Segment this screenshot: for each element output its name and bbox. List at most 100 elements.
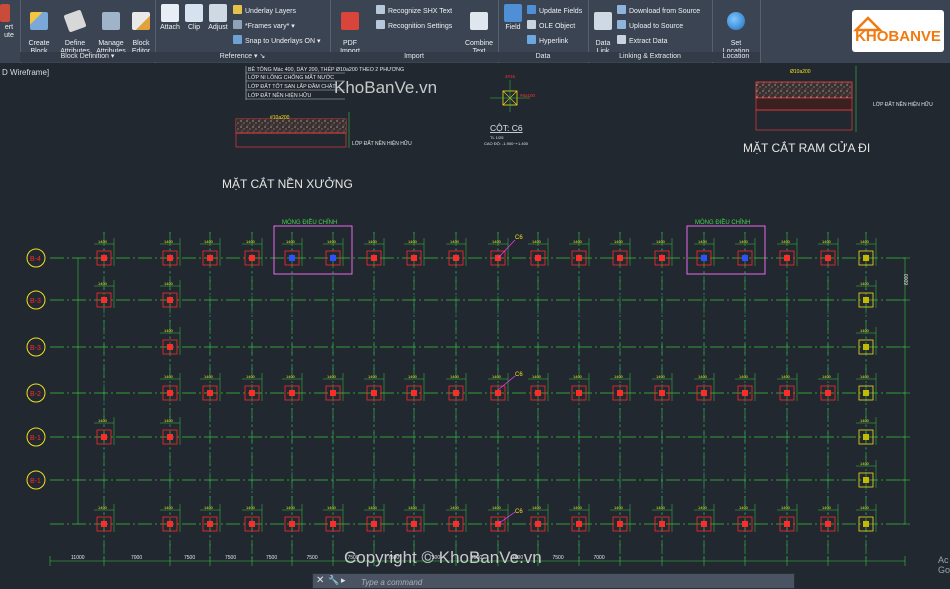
manage-attributes-button[interactable]: Manage Attributes	[94, 4, 128, 56]
adjusted-column-marker	[330, 255, 336, 261]
column-dim-text: 1400	[492, 374, 502, 379]
logo-text: KHOBANVE	[855, 28, 941, 45]
define-attributes-button[interactable]: Define Attributes	[58, 4, 92, 56]
panel-title-data: Data	[498, 52, 588, 62]
panel-title-block-definition[interactable]: Block Definition ▾	[20, 52, 155, 62]
column	[784, 255, 790, 261]
block-editor-button[interactable]: Block Editor	[128, 4, 154, 56]
field-icon	[504, 4, 522, 22]
column	[863, 477, 869, 483]
panel-reference: Attach Clip Adjust Underlay Layers *Fram…	[155, 0, 331, 63]
column	[863, 521, 869, 527]
manage-attributes-icon	[102, 12, 120, 30]
snap-underlays-dropdown[interactable]: Snap to Underlays ON ▾	[233, 35, 321, 47]
ole-object-button[interactable]: OLE Object	[527, 20, 575, 32]
combine-text-icon	[470, 12, 488, 30]
column	[167, 297, 173, 303]
underlay-layers-button[interactable]: Underlay Layers	[233, 5, 296, 17]
panel-title-location: Location	[712, 52, 760, 62]
upload-source-button[interactable]: Upload to Source	[617, 20, 683, 32]
column-dim-text: 1400	[327, 505, 337, 510]
attach-button[interactable]: Attach	[157, 4, 183, 32]
column	[742, 390, 748, 396]
extract-data-button[interactable]: Extract Data	[617, 35, 668, 47]
set-location-button[interactable]: Set Location	[716, 4, 756, 56]
column-dim-text: 1400	[492, 239, 502, 244]
column	[207, 255, 213, 261]
recognize-shx-button[interactable]: Recognize SHX Text	[376, 5, 452, 17]
column-dim-text: 1400	[656, 239, 666, 244]
hyperlink-label: Hyperlink	[539, 38, 569, 45]
note-4: LỚP ĐẤT NỀN HIỆN HỮU	[248, 91, 311, 99]
column	[863, 255, 869, 261]
data-link-button[interactable]: Data Link	[591, 4, 615, 56]
column-dim-text: 1400	[781, 505, 791, 510]
dimension-text: 7500	[348, 555, 359, 561]
column	[701, 521, 707, 527]
hyperlink-button[interactable]: Hyperlink	[527, 35, 568, 47]
c6-tag-3: C6	[515, 509, 523, 515]
column	[825, 255, 831, 261]
column	[289, 521, 295, 527]
column	[453, 255, 459, 261]
column	[784, 390, 790, 396]
column-dim-text: 1400	[532, 239, 542, 244]
frames-vary-dropdown[interactable]: *Frames vary* ▾	[233, 20, 295, 32]
column-dim-side: #6a100	[520, 93, 536, 98]
column	[863, 344, 869, 350]
column	[825, 521, 831, 527]
grid-bubble-label: B-1	[30, 435, 41, 442]
column-dim-text: 1400	[450, 505, 460, 510]
column	[167, 255, 173, 261]
column-dim-text: 1400	[98, 281, 108, 286]
command-input[interactable]	[359, 575, 783, 589]
column-dim-text: 1400	[286, 239, 296, 244]
recognize-icon	[376, 5, 385, 14]
column	[453, 521, 459, 527]
extract-icon	[617, 35, 626, 44]
drawing-canvas[interactable]: 1400 1400 1400 1400 1400 1400 1400 1400 1400 1400…	[0, 63, 950, 573]
grid-bubble-label: B-1	[30, 478, 41, 485]
clip-button[interactable]: Clip	[183, 4, 205, 32]
dimension-text: 7500	[184, 555, 195, 561]
update-icon	[527, 5, 536, 14]
column	[576, 390, 582, 396]
column	[535, 521, 541, 527]
right-dimension: 6000	[904, 274, 910, 285]
column	[742, 521, 748, 527]
column-dim-text: 1400	[246, 505, 256, 510]
column	[101, 521, 107, 527]
dimension-text: 7000	[131, 555, 142, 561]
download-source-button[interactable]: Download from Source	[617, 5, 700, 17]
prompt-icon[interactable]: ▸	[341, 575, 346, 586]
wrench-icon[interactable]: 🔧	[328, 575, 339, 586]
recognition-settings-button[interactable]: Recognition Settings	[376, 20, 452, 32]
column	[863, 297, 869, 303]
insert-button[interactable]: ert ute	[0, 4, 18, 40]
ribbon: ert ute Create Block Define Attributes M…	[0, 0, 950, 64]
combine-text-button[interactable]: Combine Text	[462, 4, 496, 56]
floor-top-dim: #10a200	[270, 115, 290, 121]
adjust-icon	[209, 4, 227, 22]
column-dim-text: 1400	[822, 239, 832, 244]
column-dim-text: 1400	[822, 374, 832, 379]
viewport-label[interactable]: D Wireframe]	[2, 68, 49, 77]
column-dim-text: 1400	[860, 328, 870, 333]
column-dim-text: 1400	[860, 418, 870, 423]
adjust-button[interactable]: Adjust	[205, 4, 231, 32]
field-button[interactable]: Field	[501, 4, 525, 32]
column-dim-text: 1400	[860, 374, 870, 379]
column	[825, 390, 831, 396]
update-fields-button[interactable]: Update Fields	[527, 5, 582, 17]
column	[863, 434, 869, 440]
column-dim-text: 1400	[492, 505, 502, 510]
column-dim-text: 1400	[781, 374, 791, 379]
panel-title-reference[interactable]: Reference ▾ ↘	[155, 52, 330, 62]
pdf-import-button[interactable]: PDF Import	[336, 4, 364, 56]
column	[289, 390, 295, 396]
column-dim-text: 1400	[368, 505, 378, 510]
create-block-button[interactable]: Create Block	[24, 4, 54, 56]
adjusted-column-marker	[701, 255, 707, 261]
close-icon[interactable]: ✕	[316, 575, 324, 586]
khobanve-logo: KHOBANVE	[852, 10, 944, 52]
